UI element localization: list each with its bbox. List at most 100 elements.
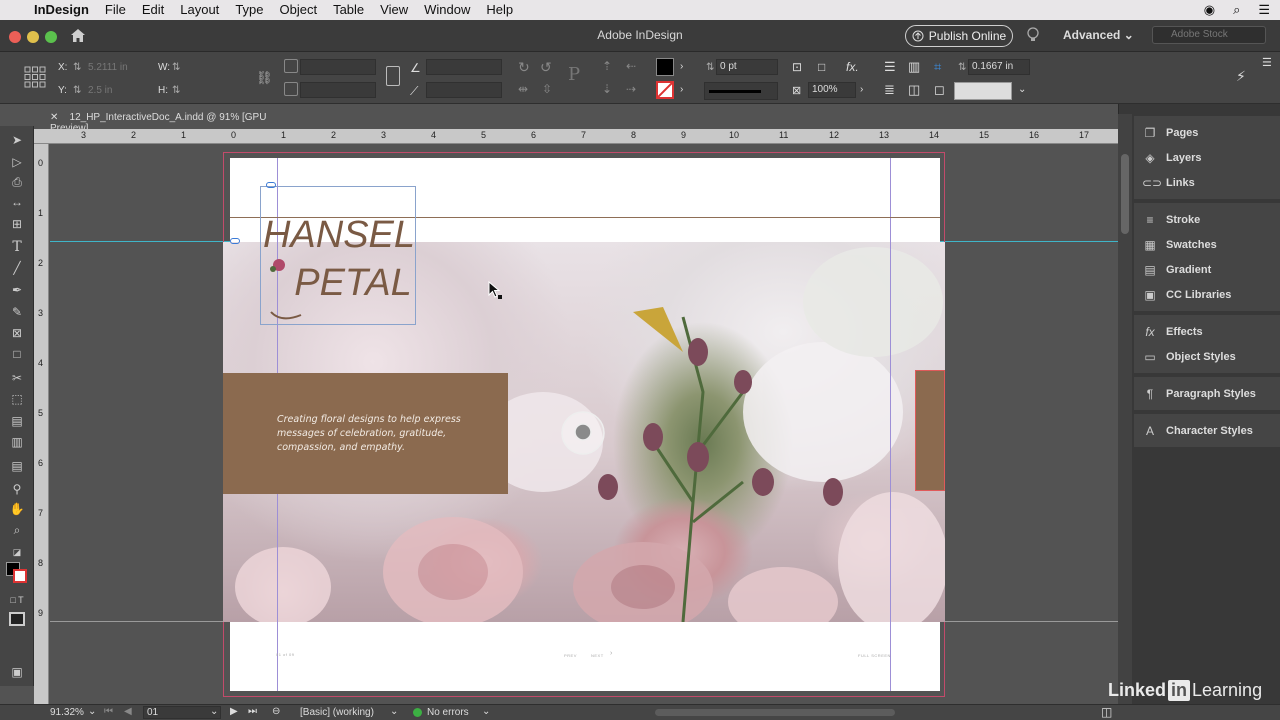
- line-tool-icon[interactable]: ╱: [9, 260, 25, 276]
- panel-paragraph-styles[interactable]: ¶ Paragraph Styles: [1134, 381, 1280, 406]
- scale-x-field[interactable]: [300, 59, 376, 75]
- offset-field[interactable]: 0.1667 in: [968, 59, 1030, 75]
- menu-layout[interactable]: Layout: [172, 0, 227, 20]
- stroke-type-select[interactable]: [704, 82, 778, 100]
- profile-menu-arrow-icon[interactable]: ⌄: [390, 706, 398, 717]
- page-number-field[interactable]: 01 ⌄: [143, 706, 221, 719]
- menu-window[interactable]: Window: [416, 0, 478, 20]
- panel-pages[interactable]: ❐ Pages: [1134, 120, 1280, 145]
- horizontal-scrollbar[interactable]: [655, 709, 895, 716]
- content-grabber-circle-icon[interactable]: [560, 410, 606, 456]
- auto-fit-icon[interactable]: ⌗: [934, 59, 941, 75]
- panel-cc-libraries[interactable]: ▣ CC Libraries: [1134, 282, 1280, 307]
- selection-tool-icon[interactable]: ➤: [9, 132, 25, 148]
- fill-swatch[interactable]: [656, 58, 674, 76]
- rotate-ccw-icon[interactable]: ↺: [540, 59, 552, 76]
- page-tool-icon[interactable]: ⎙: [9, 174, 25, 190]
- x-field[interactable]: 5.2111 in: [88, 62, 128, 73]
- menu-file[interactable]: File: [97, 0, 134, 20]
- preflight-menu-arrow-icon[interactable]: ⌄: [482, 706, 490, 717]
- panel-swatches[interactable]: ▦ Swatches: [1134, 232, 1280, 257]
- zoom-level-field[interactable]: 91.32%: [50, 707, 84, 718]
- previous-page-icon[interactable]: ◀: [124, 706, 132, 717]
- flip-horizontal-icon[interactable]: ⇹: [518, 82, 528, 96]
- object-style-select[interactable]: [954, 82, 1012, 100]
- preflight-profile[interactable]: [Basic] (working): [300, 707, 374, 718]
- open-in-window-icon[interactable]: ⊖: [272, 706, 280, 717]
- lightbulb-icon[interactable]: [1026, 27, 1040, 45]
- control-panel-menu-icon[interactable]: ☰: [1262, 56, 1272, 69]
- align-left-icon[interactable]: ☰: [884, 59, 896, 75]
- close-tab-icon[interactable]: ✕: [50, 112, 58, 123]
- fitting-icon-1[interactable]: ≣: [884, 82, 895, 98]
- select-next-icon[interactable]: ⇢: [626, 82, 636, 96]
- menu-object[interactable]: Object: [272, 0, 326, 20]
- accent-box[interactable]: [915, 370, 945, 491]
- opacity-field[interactable]: 100%: [808, 82, 856, 98]
- fitting-icon-3[interactable]: ◻: [934, 82, 945, 98]
- workspace-switcher[interactable]: Advanced ⌄: [1063, 28, 1134, 42]
- first-page-icon[interactable]: ⏮: [104, 706, 113, 717]
- logo-frame[interactable]: HANSEL PETAL: [260, 186, 416, 325]
- w-stepper[interactable]: ⇅: [172, 62, 180, 73]
- select-previous-icon[interactable]: ⇠: [626, 59, 636, 73]
- rotate-angle-icon[interactable]: ∠: [410, 61, 421, 75]
- footer-page-count[interactable]: 01 of 09: [276, 652, 294, 657]
- shear-angle-icon[interactable]: ⟋: [410, 84, 418, 99]
- stroke-menu-arrow-icon[interactable]: ›: [680, 84, 683, 95]
- select-container-icon[interactable]: ⇡: [602, 59, 612, 73]
- flip-vertical-icon[interactable]: ⇳: [542, 82, 552, 96]
- panel-stroke[interactable]: ≡ Stroke: [1134, 207, 1280, 232]
- rotate-cw-icon[interactable]: ↻: [518, 59, 530, 76]
- panel-character-styles[interactable]: A Character Styles: [1134, 418, 1280, 443]
- scale-y-field[interactable]: [300, 82, 376, 98]
- panel-layers[interactable]: ◈ Layers: [1134, 145, 1280, 170]
- panel-object-styles[interactable]: ▭ Object Styles: [1134, 344, 1280, 369]
- scale-x-icon[interactable]: [284, 59, 298, 73]
- fill-menu-arrow-icon[interactable]: ›: [680, 61, 683, 72]
- content-grabber-icon[interactable]: [230, 238, 240, 244]
- zoom-menu-arrow-icon[interactable]: ⌄: [88, 706, 96, 717]
- stroke-color-icon[interactable]: [13, 569, 27, 583]
- screen-mode-icon[interactable]: ▣: [9, 664, 25, 680]
- type-tool-icon[interactable]: T: [9, 239, 25, 255]
- gradient-swatch-tool-icon[interactable]: ▤: [9, 413, 25, 429]
- preflight-errors[interactable]: No errors: [427, 707, 469, 718]
- menu-app-name[interactable]: InDesign: [26, 0, 97, 20]
- pen-tool-icon[interactable]: ✒: [9, 282, 25, 298]
- free-transform-tool-icon[interactable]: ⬚: [9, 391, 25, 407]
- footer-full-screen-button[interactable]: FULL SCREEN: [858, 653, 891, 658]
- normal-view-mode-icon[interactable]: [9, 612, 25, 626]
- stroke-swatch[interactable]: [656, 81, 674, 99]
- pencil-tool-icon[interactable]: ✎: [9, 304, 25, 320]
- adobe-stock-search[interactable]: Adobe Stock: [1152, 26, 1266, 44]
- fx-icon[interactable]: fx.: [846, 60, 859, 74]
- note-tool-icon[interactable]: ▤: [9, 458, 25, 474]
- document-canvas[interactable]: Creating floral designs to help express …: [50, 145, 1118, 704]
- panel-gradient[interactable]: ▤ Gradient: [1134, 257, 1280, 282]
- rectangle-frame-tool-icon[interactable]: ⊠: [9, 325, 25, 341]
- creative-cloud-icon[interactable]: ◉: [1204, 0, 1215, 20]
- select-content-icon[interactable]: ⇣: [602, 82, 612, 96]
- stroke-weight-field[interactable]: 0 pt: [716, 59, 778, 75]
- h-stepper[interactable]: ⇅: [172, 85, 180, 96]
- dock-scroll-thumb[interactable]: [1121, 154, 1129, 234]
- publish-online-button[interactable]: Publish Online: [905, 25, 1013, 47]
- constrain-proportions-icon[interactable]: ⛓: [256, 70, 273, 86]
- scale-y-icon[interactable]: [284, 82, 298, 96]
- y-field[interactable]: 2.5 in: [88, 85, 112, 96]
- document-tab[interactable]: ✕ 12_HP_InteractiveDoc_A.indd @ 91% [GPU…: [40, 108, 305, 134]
- footer-next-button[interactable]: NEXT: [591, 653, 604, 658]
- footer-next-arrow-icon[interactable]: ›: [610, 650, 613, 657]
- content-grabber-icon[interactable]: [266, 182, 276, 188]
- offset-stepper[interactable]: ⇅: [958, 62, 966, 73]
- quick-apply-icon[interactable]: ⚡︎: [1236, 68, 1246, 85]
- text-wrap-icon[interactable]: ⊡: [792, 60, 802, 74]
- stroke-weight-stepper[interactable]: ⇅: [706, 62, 714, 73]
- zoom-tool-icon[interactable]: ⌕: [9, 522, 25, 538]
- tagline-text[interactable]: Creating floral designs to help express …: [277, 413, 487, 455]
- shear-angle-field[interactable]: [426, 82, 502, 98]
- object-style-menu-arrow-icon[interactable]: ⌄: [1018, 84, 1026, 95]
- panel-links[interactable]: ⊂⊃ Links: [1134, 170, 1280, 195]
- gradient-feather-tool-icon[interactable]: ▥: [9, 434, 25, 450]
